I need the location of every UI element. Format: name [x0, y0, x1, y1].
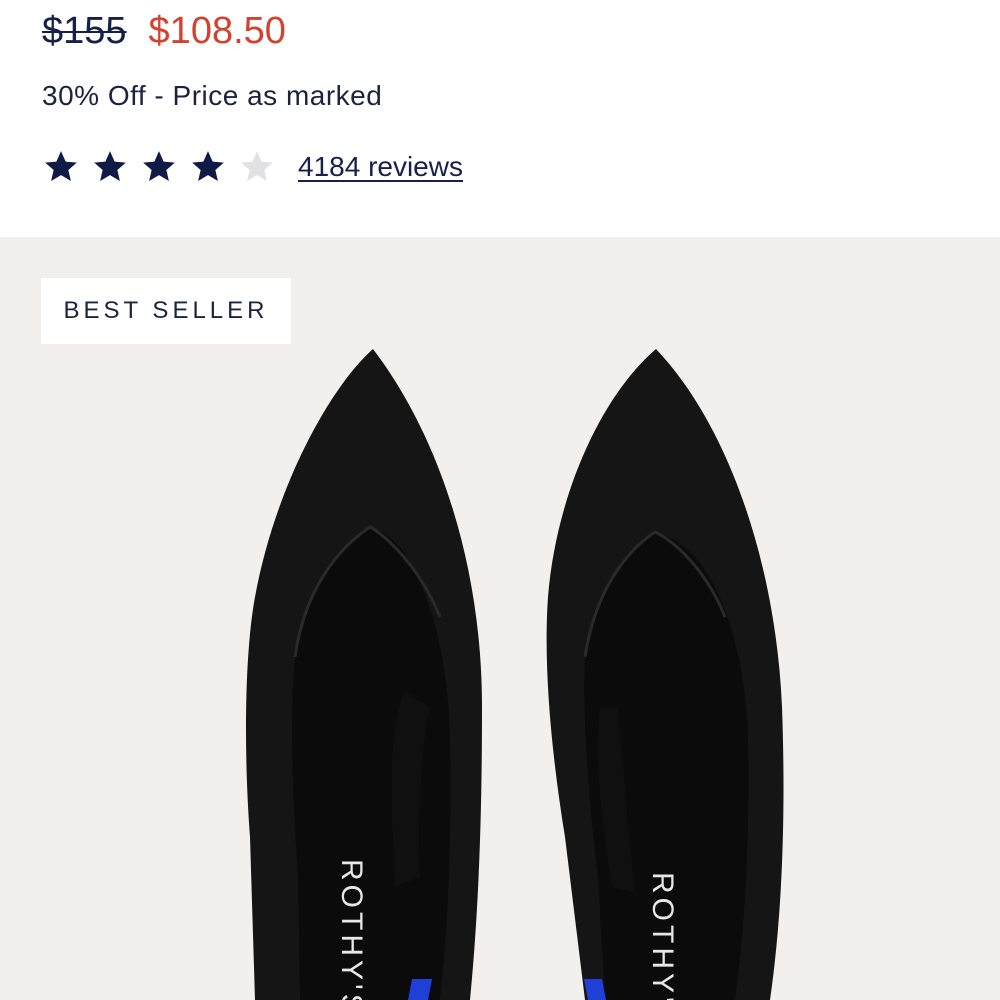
discount-note: 30% Off - Price as marked — [42, 80, 383, 111]
product-image: ROTHY'S ROTHY'S — [245, 349, 784, 1000]
sale-price: $108.50 — [148, 10, 286, 52]
star-icon — [143, 151, 175, 181]
right-shoe: ROTHY'S — [546, 349, 784, 1000]
product-page: $155 $108.50 30% Off - Price as marked 4… — [0, 0, 1000, 1000]
insole-brand-right: ROTHY'S — [646, 872, 679, 1000]
original-price: $155 — [42, 10, 127, 52]
rating-row: 4184 reviews — [42, 148, 463, 186]
star-icon — [45, 151, 77, 181]
star-rating[interactable] — [42, 148, 276, 186]
star-icon — [94, 151, 126, 181]
best-seller-badge: BEST SELLER — [41, 278, 291, 344]
star-icon — [192, 151, 224, 181]
reviews-link[interactable]: 4184 reviews — [298, 151, 463, 183]
star-icon — [241, 151, 273, 181]
insole-brand-left: ROTHY'S — [335, 859, 368, 1000]
left-shoe: ROTHY'S — [245, 349, 482, 1000]
price-row: $155 $108.50 — [42, 10, 286, 53]
product-image-panel[interactable]: ROTHY'S ROTHY'S BEST SELLER — [0, 237, 1000, 1000]
